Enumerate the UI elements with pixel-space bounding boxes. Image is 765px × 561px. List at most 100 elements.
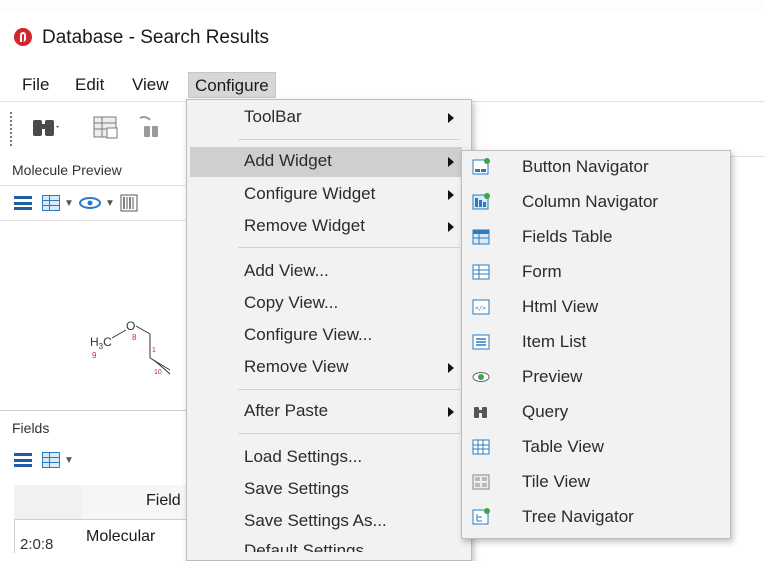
submenu-item-preview[interactable]: Preview: [462, 360, 728, 394]
svg-text:H3C: H3C: [90, 335, 112, 351]
submenu-item-table-view[interactable]: Table View: [462, 430, 728, 464]
refresh-query-icon[interactable]: [134, 114, 164, 142]
query-binoculars-icon[interactable]: [30, 114, 60, 142]
form-view-icon[interactable]: [92, 114, 122, 142]
svg-text:</>: </>: [475, 305, 486, 312]
menu-separator: [238, 389, 460, 390]
submenu-item-label: Column Navigator: [522, 192, 659, 211]
table-cell[interactable]: Molecular: [86, 528, 155, 546]
menu-item-label: Save Settings As...: [244, 511, 387, 530]
menu-item-after-paste[interactable]: After Paste: [186, 397, 470, 427]
submenu-arrow-icon: [448, 113, 454, 123]
svg-text:10: 10: [154, 369, 162, 376]
submenu-arrow-icon: [448, 363, 454, 373]
submenu-item-tree-navigator[interactable]: Tree Navigator: [462, 500, 728, 534]
submenu-item-item-list[interactable]: Item List: [462, 325, 728, 359]
submenu-item-label: Tree Navigator: [522, 507, 634, 526]
submenu-item-html-view[interactable]: </> Html View: [462, 290, 728, 324]
submenu-item-form[interactable]: Form: [462, 255, 728, 289]
table-view-icon[interactable]: [42, 452, 60, 468]
submenu-item-label: Item List: [522, 332, 587, 351]
menu-item-label: Default Settings: [244, 541, 365, 552]
dropdown-caret-icon[interactable]: ▼: [64, 198, 74, 209]
tree-navigator-icon: [472, 508, 490, 525]
menu-item-label: Remove View: [244, 357, 349, 376]
table-view-icon: [472, 439, 490, 455]
menu-hamburger-icon[interactable]: [14, 196, 32, 210]
submenu-item-column-navigator[interactable]: Column Navigator: [462, 185, 728, 219]
submenu-arrow-icon: [448, 157, 454, 167]
menu-item-configure-view[interactable]: Configure View...: [186, 321, 470, 351]
menu-item-label: Configure Widget: [244, 184, 376, 203]
window-title: Database - Search Results: [42, 27, 270, 48]
toolbar-grip[interactable]: [10, 112, 14, 146]
menu-item-label: Copy View...: [244, 293, 339, 312]
eye-icon[interactable]: [78, 195, 102, 211]
submenu-item-label: Table View: [522, 437, 604, 456]
submenu-item-label: Preview: [522, 367, 583, 386]
app-icon: [14, 28, 32, 46]
fields-table-icon: [472, 229, 490, 245]
molecule-preview-title: Molecule Preview: [12, 162, 122, 178]
svg-text:8: 8: [132, 333, 137, 342]
menu-edit[interactable]: Edit: [69, 72, 110, 98]
column-header-label: Field: [146, 492, 181, 509]
menu-item-default-settings[interactable]: Default Settings: [186, 537, 470, 552]
barcode-icon[interactable]: [120, 194, 138, 212]
menu-bar: File Edit View Configure: [0, 68, 765, 100]
table-view-icon[interactable]: [42, 195, 60, 211]
svg-text:9: 9: [92, 351, 97, 360]
submenu-item-label: Html View: [522, 297, 599, 316]
menu-item-label: Remove Widget: [244, 216, 365, 235]
dropdown-caret-icon[interactable]: ▼: [64, 455, 74, 466]
menu-item-label: After Paste: [244, 401, 329, 420]
menu-item-save-settings-as[interactable]: Save Settings As...: [186, 507, 470, 537]
menu-separator: [238, 139, 460, 140]
submenu-arrow-icon: [448, 407, 454, 417]
menu-item-remove-view[interactable]: Remove View: [186, 353, 470, 383]
tile-view-icon: [472, 474, 490, 490]
molecule-preview-toolbar: ▼ ▼: [0, 185, 186, 221]
row-header[interactable]: 2:0:8: [20, 536, 53, 553]
dropdown-caret-icon[interactable]: ▼: [105, 198, 115, 209]
menu-view[interactable]: View: [126, 72, 175, 98]
menu-item-label: Save Settings: [244, 479, 349, 498]
molecule-structure: H3C 9 O 8 1 10: [90, 319, 171, 376]
menu-separator: [238, 247, 460, 248]
fields-toolbar: ▼: [0, 443, 186, 477]
menu-item-add-view[interactable]: Add View...: [186, 257, 470, 287]
menu-item-label: Load Settings...: [244, 447, 363, 466]
submenu-item-query[interactable]: Query: [462, 395, 728, 429]
submenu-arrow-icon: [448, 222, 454, 232]
submenu-item-label: Query: [522, 402, 569, 421]
menu-item-label: Configure View...: [244, 325, 373, 344]
menu-configure[interactable]: Configure: [188, 72, 276, 98]
submenu-item-label: Button Navigator: [522, 157, 649, 176]
submenu-item-tile-view[interactable]: Tile View: [462, 465, 728, 499]
menu-item-add-widget[interactable]: Add Widget: [186, 147, 470, 177]
menu-item-copy-view[interactable]: Copy View...: [186, 289, 470, 319]
svg-text:1: 1: [152, 347, 156, 354]
menu-item-load-settings[interactable]: Load Settings...: [186, 443, 470, 473]
menu-item-label: Add View...: [244, 261, 329, 280]
column-navigator-icon: [472, 193, 490, 210]
html-view-icon: </>: [472, 299, 490, 315]
menu-item-label: Add Widget: [244, 151, 332, 170]
menu-item-configure-widget[interactable]: Configure Widget: [186, 180, 470, 210]
preview-eye-icon: [472, 372, 490, 382]
fields-panel-title: Fields: [12, 420, 50, 436]
query-binoculars-icon: [474, 407, 487, 418]
menu-item-label: ToolBar: [244, 107, 302, 126]
menu-item-remove-widget[interactable]: Remove Widget: [186, 212, 470, 242]
submenu-arrow-icon: [448, 190, 454, 200]
item-list-icon: [472, 334, 490, 350]
menu-hamburger-icon[interactable]: [14, 453, 32, 467]
submenu-item-button-navigator[interactable]: Button Navigator: [462, 150, 728, 184]
submenu-item-fields-table[interactable]: Fields Table: [462, 220, 728, 254]
table-corner-cell: [14, 485, 83, 520]
menu-item-save-settings[interactable]: Save Settings: [186, 475, 470, 505]
menu-item-toolbar[interactable]: ToolBar: [186, 103, 470, 133]
svg-text:O: O: [126, 319, 135, 333]
submenu-item-label: Form: [522, 262, 562, 281]
menu-file[interactable]: File: [16, 72, 55, 98]
